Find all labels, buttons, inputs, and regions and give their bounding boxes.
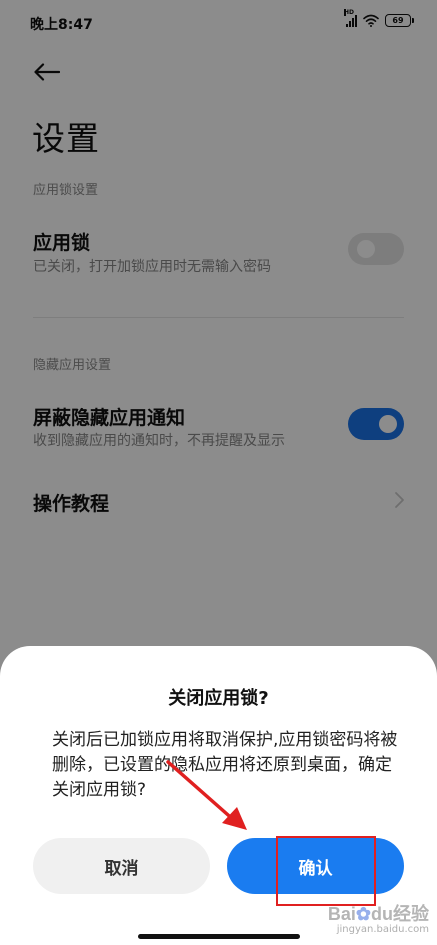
annotation-highlight-box (276, 836, 376, 906)
watermark: Bai✿du经验 jingyan.baidu.com (328, 900, 429, 935)
watermark-logo-b: du (371, 904, 393, 924)
watermark-logo: Bai✿du经验 (328, 900, 429, 926)
dialog-title: 关闭应用锁? (168, 688, 269, 709)
paw-icon: ✿ (355, 904, 371, 924)
watermark-url: jingyan.baidu.com (336, 924, 429, 935)
home-indicator[interactable] (138, 934, 300, 939)
watermark-logo-c: 经验 (393, 904, 429, 924)
watermark-logo-a: Bai (327, 904, 356, 924)
cancel-button[interactable]: 取消 (33, 838, 210, 894)
dialog-message: 关闭后已加锁应用将取消保护,应用锁密码将被删除，已设置的隐私应用将还原到桌面，确… (52, 730, 398, 800)
